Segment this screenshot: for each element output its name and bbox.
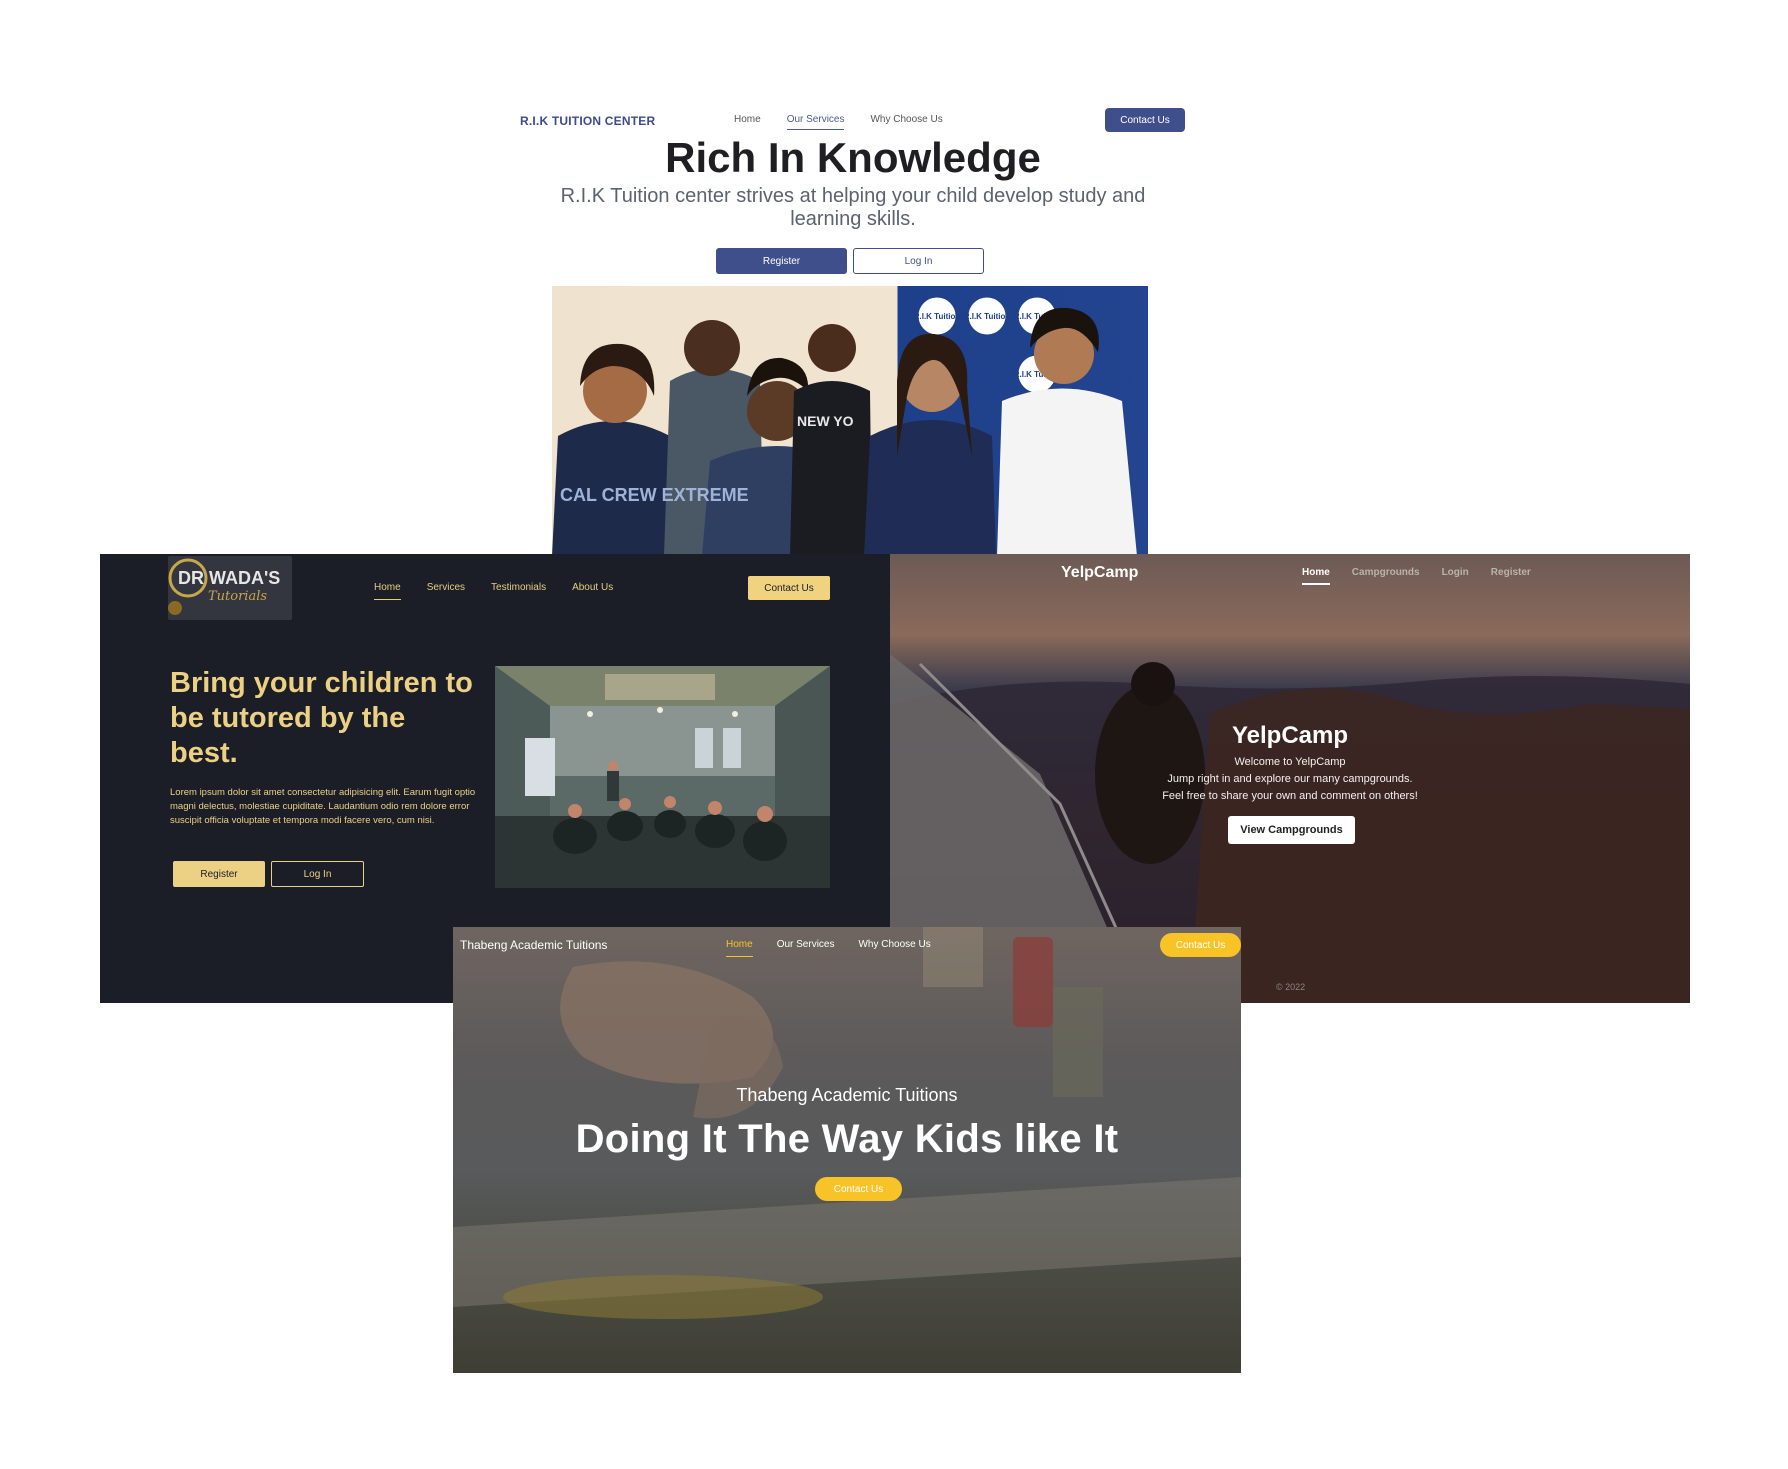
yelp-hero-line: Feel free to share your own and comment … (1162, 790, 1418, 802)
rik-hero-subtitle: R.I.K Tuition center strives at helping … (560, 185, 1146, 230)
rik-register-button[interactable]: Register (716, 248, 847, 274)
wada-contact-button[interactable]: Contact Us (748, 576, 830, 600)
shirt-text: NEW YO (797, 413, 854, 429)
wada-nav: Home Services Testimonials About Us (374, 582, 613, 600)
wada-nav-testimonials[interactable]: Testimonials (491, 582, 546, 600)
rik-nav-home[interactable]: Home (734, 114, 761, 130)
thabeng-brand[interactable]: Thabeng Academic Tuitions (460, 938, 607, 952)
banner-badge-text: R.I.K Tuition (914, 312, 961, 321)
thabeng-nav-home[interactable]: Home (726, 939, 753, 957)
wada-classroom-photo (495, 666, 830, 888)
thabeng-nav-our-services[interactable]: Our Services (777, 939, 835, 957)
yelp-nav: Home Campgrounds Login Register (1302, 567, 1531, 585)
classroom-illustration (495, 666, 830, 888)
wada-logo[interactable]: DR WADA'S Tutorials (168, 556, 292, 620)
rik-site-screenshot: R.I.K TUITION CENTER Home Our Services W… (520, 100, 1186, 556)
thabeng-site-screenshot: Thabeng Academic Tuitions Home Our Servi… (453, 927, 1241, 1373)
thabeng-nav-why-choose-us[interactable]: Why Choose Us (858, 939, 930, 957)
yelp-hero-line: Jump right in and explore our many campg… (1167, 773, 1413, 785)
students-illustration: R.I.K Tuition R.I.K Tuition R.I.K Tuitio… (552, 296, 1137, 556)
rik-nav: Home Our Services Why Choose Us (734, 114, 943, 130)
thabeng-hero-contact-button[interactable]: Contact Us (815, 1177, 902, 1201)
yelp-hero-line: Welcome to YelpCamp (1234, 756, 1346, 768)
wada-hero-body: Lorem ipsum dolor sit amet consectetur a… (170, 787, 476, 826)
people-group: NEW YO CAL CREW EXTREME (552, 307, 1137, 556)
view-campgrounds-button[interactable]: View Campgrounds (1228, 816, 1355, 844)
thabeng-nav: Home Our Services Why Choose Us (726, 939, 931, 957)
yelp-hero-title: YelpCamp (1231, 722, 1349, 749)
rik-login-button[interactable]: Log In (853, 248, 984, 274)
rik-nav-why-choose-us[interactable]: Why Choose Us (870, 114, 942, 130)
wada-logo-text: DR WADA'S (178, 568, 280, 588)
wada-logo-script: Tutorials (208, 589, 267, 604)
rik-brand[interactable]: R.I.K TUITION CENTER (520, 114, 655, 128)
yelp-footer: © 2022 (1276, 982, 1306, 992)
rik-hero-title: Rich In Knowledge (665, 134, 1041, 181)
wada-nav-about-us[interactable]: About Us (572, 582, 613, 600)
wada-nav-home[interactable]: Home (374, 582, 401, 600)
thabeng-contact-button[interactable]: Contact Us (1160, 933, 1241, 957)
rik-students-photo: R.I.K Tuition R.I.K Tuition R.I.K Tuitio… (552, 286, 1148, 556)
rik-contact-button[interactable]: Contact Us (1105, 108, 1185, 132)
thabeng-hero-title: Doing It The Way Kids like It (575, 1117, 1119, 1161)
wada-nav-services[interactable]: Services (427, 582, 465, 600)
yelp-nav-home[interactable]: Home (1302, 567, 1330, 585)
yelp-nav-register[interactable]: Register (1491, 567, 1531, 585)
wada-login-button[interactable]: Log In (271, 861, 364, 887)
wada-hero-headline: Bring your children to be tutored by the… (170, 667, 473, 769)
banner-badge-text: R.I.K Tuition (964, 312, 1011, 321)
yelp-nav-login[interactable]: Login (1442, 567, 1469, 585)
thabeng-hero-subtitle: Thabeng Academic Tuitions (736, 1085, 958, 1105)
rik-nav-our-services[interactable]: Our Services (786, 114, 845, 130)
yelp-brand[interactable]: YelpCamp (1061, 564, 1138, 582)
wada-register-button[interactable]: Register (173, 861, 265, 887)
yelp-nav-campgrounds[interactable]: Campgrounds (1352, 567, 1420, 585)
hoodie-text: CAL CREW EXTREME (560, 485, 749, 505)
wada-logo-mark: DR WADA'S Tutorials (168, 558, 280, 615)
